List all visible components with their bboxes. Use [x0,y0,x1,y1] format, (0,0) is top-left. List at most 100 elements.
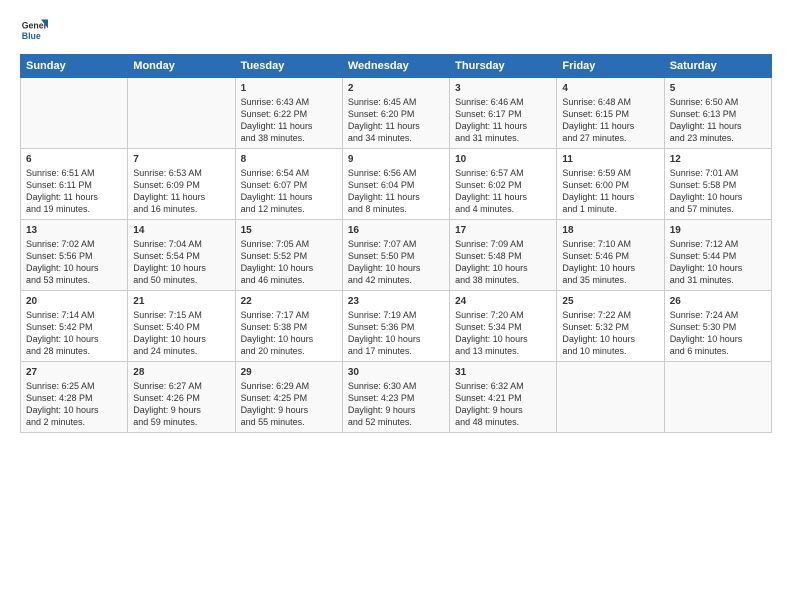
header: General Blue [20,16,772,44]
day-number: 7 [133,153,229,167]
day-info: and 8 minutes. [348,203,444,215]
calendar-cell: 28Sunrise: 6:27 AMSunset: 4:26 PMDayligh… [128,362,235,433]
calendar-cell: 4Sunrise: 6:48 AMSunset: 6:15 PMDaylight… [557,78,664,149]
day-info: Sunrise: 7:10 AM [562,238,658,250]
logo-icon: General Blue [20,16,48,44]
day-number: 11 [562,153,658,167]
calendar-cell: 6Sunrise: 6:51 AMSunset: 6:11 PMDaylight… [21,149,128,220]
calendar-cell: 3Sunrise: 6:46 AMSunset: 6:17 PMDaylight… [450,78,557,149]
day-info: Daylight: 11 hours [562,191,658,203]
calendar-cell: 23Sunrise: 7:19 AMSunset: 5:36 PMDayligh… [342,291,449,362]
day-info: Daylight: 10 hours [455,262,551,274]
day-info: Sunset: 6:02 PM [455,179,551,191]
day-info: Sunset: 5:30 PM [670,321,766,333]
day-number: 21 [133,295,229,309]
day-number: 15 [241,224,337,238]
day-info: Sunrise: 7:01 AM [670,167,766,179]
day-info: Daylight: 10 hours [670,333,766,345]
day-info: Sunset: 6:09 PM [133,179,229,191]
day-number: 4 [562,82,658,96]
day-info: Sunrise: 7:20 AM [455,309,551,321]
calendar-cell [557,362,664,433]
day-info: Sunset: 4:25 PM [241,392,337,404]
day-info: Daylight: 9 hours [455,404,551,416]
day-info: and 16 minutes. [133,203,229,215]
day-info: Sunrise: 7:04 AM [133,238,229,250]
day-info: Daylight: 10 hours [26,404,122,416]
day-info: and 42 minutes. [348,274,444,286]
day-info: Sunrise: 7:14 AM [26,309,122,321]
day-info: and 38 minutes. [455,274,551,286]
day-info: Sunrise: 6:43 AM [241,96,337,108]
calendar-cell: 24Sunrise: 7:20 AMSunset: 5:34 PMDayligh… [450,291,557,362]
calendar-cell: 5Sunrise: 6:50 AMSunset: 6:13 PMDaylight… [664,78,771,149]
day-info: Sunset: 5:40 PM [133,321,229,333]
day-info: Daylight: 11 hours [348,191,444,203]
day-info: Sunrise: 7:24 AM [670,309,766,321]
day-info: Sunset: 5:54 PM [133,250,229,262]
header-cell-thursday: Thursday [450,55,557,78]
day-info: Sunrise: 7:07 AM [348,238,444,250]
header-cell-wednesday: Wednesday [342,55,449,78]
day-info: Daylight: 11 hours [670,120,766,132]
calendar-cell [128,78,235,149]
day-info: Sunrise: 6:51 AM [26,167,122,179]
day-info: Sunrise: 6:54 AM [241,167,337,179]
week-row-1: 1Sunrise: 6:43 AMSunset: 6:22 PMDaylight… [21,78,772,149]
day-info: and 50 minutes. [133,274,229,286]
week-row-2: 6Sunrise: 6:51 AMSunset: 6:11 PMDaylight… [21,149,772,220]
header-cell-friday: Friday [557,55,664,78]
day-info: Daylight: 10 hours [26,262,122,274]
day-info: Sunrise: 6:48 AM [562,96,658,108]
day-info: and 6 minutes. [670,345,766,357]
day-info: and 27 minutes. [562,132,658,144]
day-info: Daylight: 10 hours [562,333,658,345]
day-info: and 19 minutes. [26,203,122,215]
day-info: and 52 minutes. [348,416,444,428]
calendar-cell: 8Sunrise: 6:54 AMSunset: 6:07 PMDaylight… [235,149,342,220]
day-info: Sunrise: 6:56 AM [348,167,444,179]
day-info: Sunset: 5:34 PM [455,321,551,333]
header-cell-saturday: Saturday [664,55,771,78]
week-row-4: 20Sunrise: 7:14 AMSunset: 5:42 PMDayligh… [21,291,772,362]
day-number: 5 [670,82,766,96]
day-info: Sunrise: 6:29 AM [241,380,337,392]
day-info: Sunset: 5:58 PM [670,179,766,191]
calendar-cell: 9Sunrise: 6:56 AMSunset: 6:04 PMDaylight… [342,149,449,220]
day-info: and 46 minutes. [241,274,337,286]
header-row: SundayMondayTuesdayWednesdayThursdayFrid… [21,55,772,78]
day-info: Sunset: 6:17 PM [455,108,551,120]
day-info: Daylight: 11 hours [133,191,229,203]
day-number: 12 [670,153,766,167]
day-number: 24 [455,295,551,309]
calendar-cell [21,78,128,149]
day-number: 3 [455,82,551,96]
header-cell-sunday: Sunday [21,55,128,78]
day-info: Daylight: 11 hours [26,191,122,203]
day-info: and 12 minutes. [241,203,337,215]
day-info: Daylight: 11 hours [455,120,551,132]
day-number: 17 [455,224,551,238]
page: General Blue SundayMondayTuesdayWednesda… [0,0,792,612]
day-number: 10 [455,153,551,167]
day-info: Sunrise: 6:46 AM [455,96,551,108]
day-info: Daylight: 9 hours [241,404,337,416]
day-info: Sunrise: 6:32 AM [455,380,551,392]
day-info: and 48 minutes. [455,416,551,428]
header-cell-tuesday: Tuesday [235,55,342,78]
calendar-cell: 29Sunrise: 6:29 AMSunset: 4:25 PMDayligh… [235,362,342,433]
day-number: 6 [26,153,122,167]
day-info: Sunset: 4:23 PM [348,392,444,404]
table-header: SundayMondayTuesdayWednesdayThursdayFrid… [21,55,772,78]
day-number: 8 [241,153,337,167]
day-info: and 13 minutes. [455,345,551,357]
day-number: 13 [26,224,122,238]
day-info: Sunrise: 7:15 AM [133,309,229,321]
day-info: Daylight: 11 hours [241,191,337,203]
day-info: and 55 minutes. [241,416,337,428]
calendar-cell: 27Sunrise: 6:25 AMSunset: 4:28 PMDayligh… [21,362,128,433]
day-info: and 17 minutes. [348,345,444,357]
day-number: 22 [241,295,337,309]
calendar-cell: 11Sunrise: 6:59 AMSunset: 6:00 PMDayligh… [557,149,664,220]
day-info: Sunset: 5:32 PM [562,321,658,333]
